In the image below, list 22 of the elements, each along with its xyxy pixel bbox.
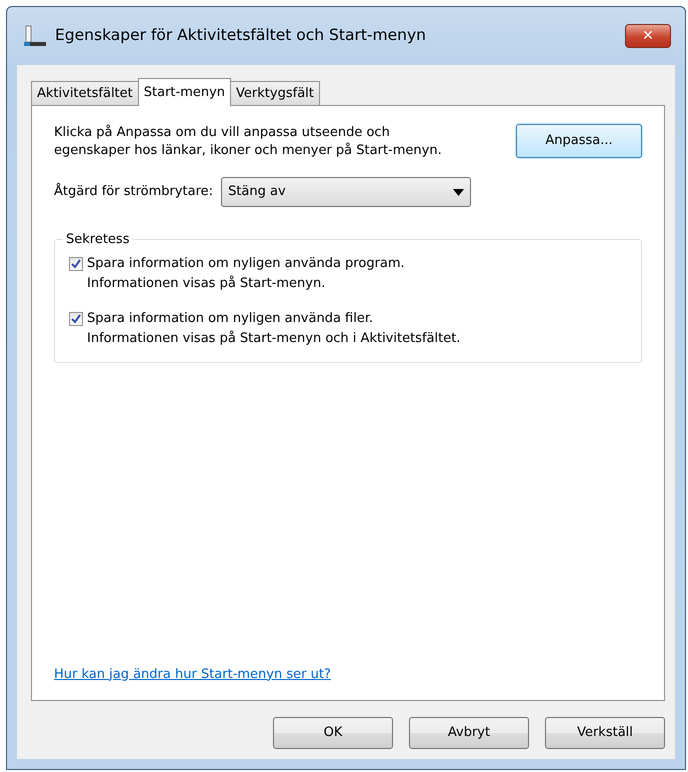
checkbox[interactable] [69,312,83,326]
dropdown-arrow-icon [453,188,464,196]
ok-button[interactable]: OK [273,717,393,749]
window-title: Egenskaper för Aktivitetsfältet och Start-menyn [55,25,426,46]
group-title: Sekretess [65,233,130,246]
tab[interactable]: Start-menyn [138,78,232,106]
apply-button[interactable]: Verkställ [545,717,665,749]
help-link[interactable]: Hur kan jag ändra hur Start-menyn ser ut? [54,666,331,682]
intro-text: Klicka på Anpassa om du vill anpassa utseende och egenskaper hos länkar, ikoner och menyer på Start-menyn. [54,124,443,160]
close-button[interactable]: ✕ [625,24,671,48]
checkbox-label: Spara information om nyligen använda filer. [87,310,374,328]
power-button-dropdown[interactable]: Stäng av [221,177,472,208]
checkbox-label: Spara information om nyligen använda program. [87,255,405,274]
taskbar-icon [23,25,47,47]
cancel-button[interactable]: Avbryt [409,717,529,749]
tab[interactable]: Aktivitetsfältet [31,81,139,105]
checkbox[interactable] [69,257,83,272]
option-note: Informationen visas på Start-menyn och i Aktivitetsfältet. [87,330,460,348]
power-button-label: Åtgärd för strömbrytare: [54,182,214,202]
customize-button[interactable]: Anpassa... [516,124,642,158]
option-note: Informationen visas på Start-menyn. [87,274,326,293]
tab[interactable]: Verktygsfält [230,81,320,105]
